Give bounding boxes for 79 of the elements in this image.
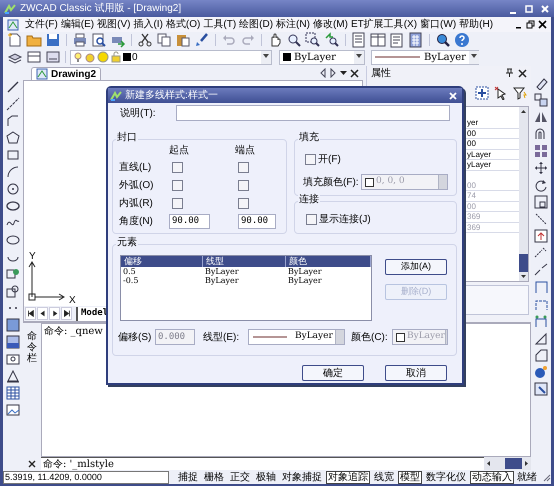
menu-item[interactable]: 工具(T) bbox=[203, 18, 236, 30]
table-cell-text: 0.5 bbox=[122, 267, 137, 276]
menu-item[interactable]: 标注(N) bbox=[276, 18, 310, 30]
status-toggle[interactable]: 模型 bbox=[398, 470, 422, 484]
table-cell-text: ByLayer bbox=[287, 267, 323, 276]
linetype-dropdown[interactable]: ByLayer bbox=[248, 329, 345, 345]
status-toggle[interactable]: 正交 bbox=[228, 470, 252, 484]
row-label: 直线(L) bbox=[119, 160, 152, 174]
column-header: 起点 bbox=[169, 144, 189, 158]
property-value: 00 bbox=[467, 139, 476, 148]
table-cell-text: ByLayer bbox=[204, 276, 240, 285]
property-value: 00 bbox=[467, 180, 476, 190]
property-value: yLayer bbox=[467, 150, 492, 159]
linetype-dropdown[interactable]: ByLayer bbox=[371, 50, 479, 64]
table-cell-text: ByLayer bbox=[287, 276, 323, 285]
menu-item[interactable]: ET扩展工具(X) bbox=[350, 18, 418, 30]
row-label: 外弧(O) bbox=[119, 178, 154, 192]
table-cell-text: ByLayer bbox=[204, 267, 240, 276]
column-header[interactable]: 颜色 bbox=[286, 256, 371, 267]
menu-item[interactable]: 窗口(W) bbox=[420, 18, 456, 30]
row-label: 角度(N) bbox=[119, 214, 153, 228]
menu-item[interactable]: 编辑(E) bbox=[60, 18, 94, 30]
checkbox-label: 开(F) bbox=[318, 153, 341, 167]
panel-title: 属性 bbox=[371, 66, 391, 80]
group-title: 元素 bbox=[116, 237, 138, 249]
status-toggle[interactable]: 极轴 bbox=[254, 470, 278, 484]
field-label: 线型(E): bbox=[203, 330, 240, 344]
command-window-title: 命令栏 bbox=[27, 331, 37, 364]
menu-item[interactable]: 格式(O) bbox=[166, 18, 200, 30]
field-label: 说明(T): bbox=[120, 106, 157, 120]
menu-item[interactable]: 插入(I) bbox=[133, 18, 163, 30]
menu-item[interactable]: 修改(M) bbox=[312, 18, 348, 30]
document-tab[interactable]: Drawing2 bbox=[31, 67, 102, 80]
layer-dropdown[interactable]: 0 bbox=[70, 50, 272, 64]
angle-field[interactable]: 90.00 bbox=[169, 214, 210, 228]
group-title: 连接 bbox=[298, 194, 320, 206]
column-header[interactable]: 偏移 bbox=[121, 256, 203, 267]
status-toggle[interactable]: 对象捕捉 bbox=[280, 470, 324, 484]
dialog-button[interactable]: 确定 bbox=[302, 365, 364, 381]
property-value: 00 bbox=[467, 128, 476, 138]
group-title: 封口 bbox=[116, 132, 138, 144]
group-title: 填充 bbox=[298, 132, 320, 144]
dialog-button[interactable]: 添加(A) bbox=[385, 259, 447, 275]
menu-item[interactable]: 文件(F) bbox=[25, 18, 58, 30]
field-label: 颜色(C): bbox=[351, 330, 389, 344]
status-toggle[interactable]: 捕捉 bbox=[176, 470, 200, 484]
checkbox-label: 显示连接(J) bbox=[319, 212, 371, 227]
window-title: ZWCAD Classic 试用版 - [Drawing2] bbox=[20, 2, 182, 16]
column-header: 端点 bbox=[235, 144, 255, 158]
elements-list[interactable]: 偏移 线型 颜色 0.5 ByLayer ByLayer -0.5 ByLayer ByLayer bbox=[120, 255, 372, 321]
status-toggle[interactable]: 数字化仪 bbox=[424, 470, 468, 484]
axis-label: X bbox=[69, 294, 76, 308]
menu-item[interactable]: 视图(V) bbox=[97, 18, 130, 30]
field-label: 填充颜色(F): bbox=[303, 176, 360, 190]
property-value: 00 bbox=[467, 202, 476, 211]
field-label: 偏移(S) bbox=[118, 330, 152, 344]
property-value: yLayer bbox=[467, 160, 492, 170]
property-value: 369 bbox=[467, 222, 480, 232]
table-cell-text: -0.5 bbox=[122, 276, 140, 285]
property-value: 369 bbox=[467, 212, 480, 222]
axis-label: Y bbox=[29, 250, 36, 264]
property-value: 74 bbox=[467, 191, 476, 200]
menu-item[interactable]: 绘图(D) bbox=[239, 18, 274, 30]
column-header[interactable]: 线型 bbox=[203, 256, 286, 267]
angle-field[interactable]: 90.00 bbox=[238, 214, 276, 228]
status-toggle[interactable]: 动态输入 bbox=[470, 470, 514, 484]
dialog-title: 新建多线样式:样式一 bbox=[125, 88, 218, 103]
command-input[interactable]: 命令: '_mlstyle bbox=[41, 457, 484, 470]
status-toggle[interactable]: 对象追踪 bbox=[326, 470, 370, 484]
command-line: 命令: _qnew bbox=[44, 326, 103, 338]
status-toggle[interactable]: 栅格 bbox=[202, 470, 226, 484]
row-label: 内弧(R) bbox=[119, 196, 153, 210]
color-dropdown[interactable]: ByLayer bbox=[279, 50, 365, 64]
dialog-button[interactable]: 取消 bbox=[385, 365, 447, 381]
property-value: yer bbox=[467, 118, 478, 128]
status-text: 就绪 bbox=[517, 472, 537, 482]
status-toggle[interactable]: 线宽 bbox=[372, 470, 396, 484]
menu-item[interactable]: 帮助(H) bbox=[459, 18, 494, 30]
coordinates-readout: 5.3919, 11.4209, 0.0000 bbox=[3, 470, 169, 484]
